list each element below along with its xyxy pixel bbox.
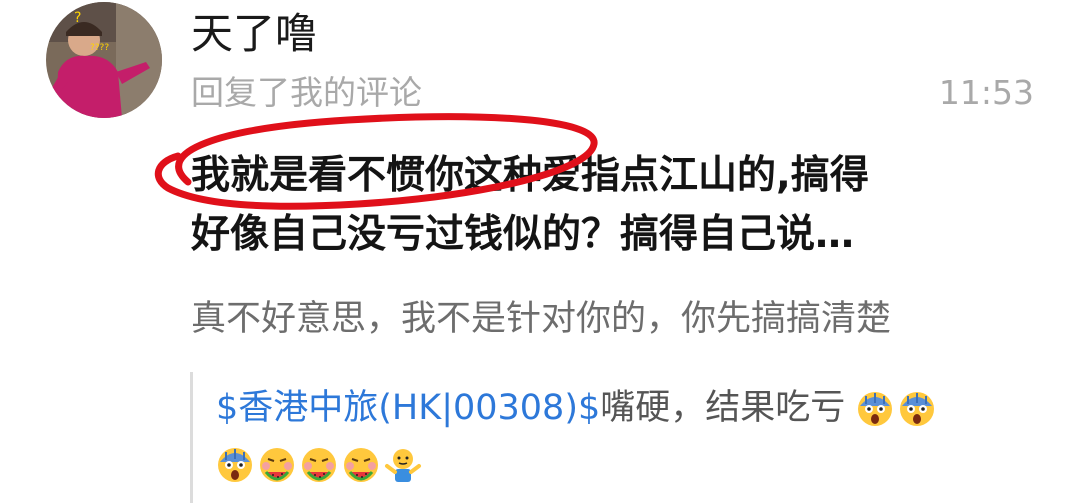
eating-watermelon-emoji-icon — [258, 446, 296, 484]
stock-link[interactable]: $香港中旅(HK|00308)$ — [216, 388, 600, 428]
avatar-image: ? ???? — [46, 2, 162, 118]
reply-text-line: 好像自己没亏过钱似的？搞得自己说… — [191, 212, 855, 257]
shrug-emoji-icon — [384, 446, 422, 484]
svg-text:????: ???? — [90, 43, 109, 53]
eating-watermelon-emoji-icon — [300, 446, 338, 484]
quote-emoji-line — [216, 436, 1046, 492]
eating-watermelon-emoji-icon — [342, 446, 380, 484]
shocked-emoji-icon — [216, 446, 254, 484]
avatar[interactable]: ? ???? — [46, 2, 162, 118]
reply-text[interactable]: 我就是看不惯你这种爱指点江山的,搞得 好像自己没亏过钱似的？搞得自己说… — [191, 146, 1036, 264]
quoted-post[interactable]: $香港中旅(HK|00308)$嘴硬，结果吃亏 — [216, 380, 1046, 492]
original-comment-text[interactable]: 真不好意思，我不是针对你的，你先搞搞清楚 — [191, 295, 1031, 343]
username[interactable]: 天了噜 — [191, 8, 317, 60]
reply-action-label: 回复了我的评论 — [191, 73, 422, 112]
quote-text: 嘴硬，结果吃亏 — [600, 388, 846, 428]
quote-bar — [190, 372, 193, 503]
svg-text:?: ? — [74, 10, 81, 26]
shocked-emoji-icon — [898, 390, 936, 428]
quote-line: $香港中旅(HK|00308)$嘴硬，结果吃亏 — [216, 380, 1046, 436]
reply-text-line: 我就是看不惯你这种爱指点江山的,搞得 — [191, 153, 869, 198]
timestamp: 11:53 — [938, 73, 1034, 112]
shocked-emoji-icon — [856, 390, 894, 428]
